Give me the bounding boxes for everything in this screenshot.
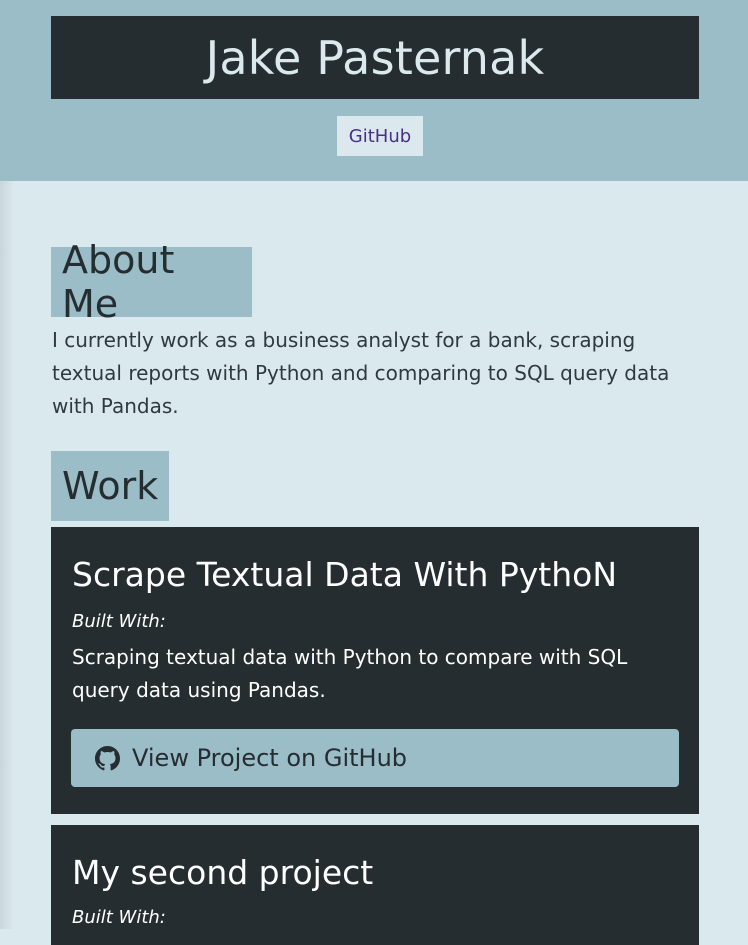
- project-description: Scraping textual data with Python to com…: [72, 645, 628, 702]
- view-project-button[interactable]: View Project on GitHub: [71, 729, 679, 787]
- project-title: Scrape Textual Data With PythoN: [72, 555, 618, 594]
- site-title: Jake Pasternak: [205, 30, 545, 85]
- project-card: Scrape Textual Data With PythoN Built Wi…: [51, 527, 699, 814]
- built-with-label: Built With:: [72, 611, 166, 632]
- github-nav-link[interactable]: GitHub: [337, 116, 423, 156]
- about-text: I currently work as a business analyst f…: [52, 328, 670, 418]
- site-header: Jake Pasternak GitHub: [0, 0, 748, 181]
- work-heading: Work: [51, 451, 169, 521]
- project-card: My second project Built With:: [51, 825, 699, 945]
- view-project-label: View Project on GitHub: [132, 744, 408, 772]
- built-with-label: Built With:: [72, 907, 166, 928]
- name-banner: Jake Pasternak: [51, 16, 699, 99]
- project-title: My second project: [72, 853, 374, 892]
- github-icon: [95, 745, 120, 771]
- about-heading: About Me: [51, 238, 252, 326]
